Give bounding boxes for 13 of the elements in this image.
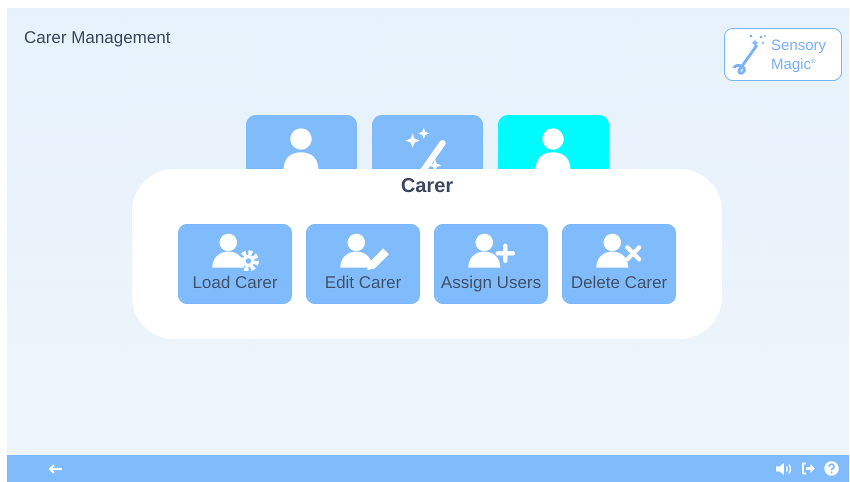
speaker-icon[interactable] bbox=[775, 462, 793, 476]
panel-title: Carer bbox=[400, 175, 454, 198]
action-button[interactable]: Delete Carer bbox=[562, 224, 676, 304]
back-arrow-icon[interactable] bbox=[48, 464, 63, 474]
logo-text: Magic$^{®}$ bbox=[771, 54, 816, 72]
magic-wand-icon bbox=[731, 32, 767, 76]
action-button[interactable]: Assign Users bbox=[434, 224, 548, 304]
action-button[interactable]: Edit Carer bbox=[306, 224, 420, 304]
page-title: Carer Management bbox=[24, 28, 170, 48]
help-icon[interactable] bbox=[824, 461, 839, 476]
logo-text: Sensory bbox=[771, 36, 826, 54]
logout-icon[interactable] bbox=[801, 462, 816, 475]
action-button[interactable]: Load Carer bbox=[178, 224, 292, 304]
